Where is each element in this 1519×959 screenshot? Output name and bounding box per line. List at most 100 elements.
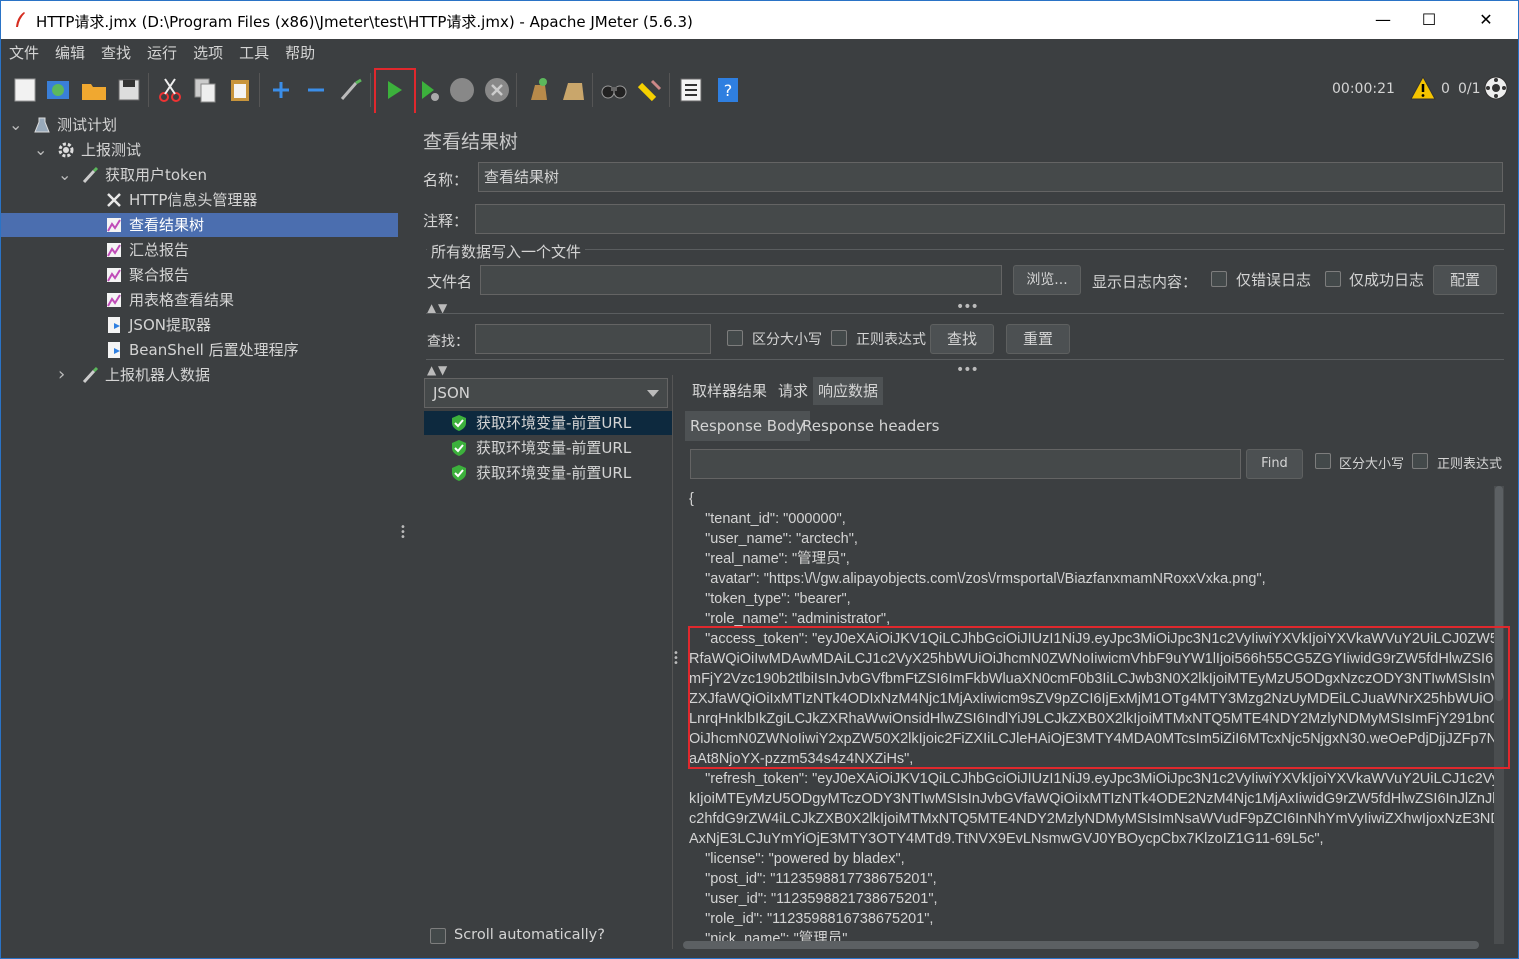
search-button[interactable]: 查找 — [930, 324, 994, 354]
stop-icon[interactable] — [447, 75, 477, 105]
chevron-down-icon — [647, 390, 659, 397]
collapse-arrows[interactable]: ▲ ▼ — [427, 363, 447, 377]
toggle-icon[interactable] — [336, 75, 366, 105]
regex-checkbox[interactable] — [831, 330, 847, 346]
copy-icon[interactable] — [190, 75, 220, 105]
find-case-checkbox[interactable] — [1315, 453, 1331, 469]
result-tab[interactable]: 取样器结果 — [687, 377, 772, 405]
open-icon[interactable] — [79, 75, 109, 105]
new-icon[interactable] — [10, 75, 40, 105]
chevron-right-icon[interactable]: › — [58, 363, 72, 387]
thread-count: 0/1 — [1458, 81, 1481, 97]
menu-tools[interactable]: 工具 — [231, 39, 277, 67]
close-button[interactable]: ✕ — [1463, 1, 1509, 39]
menu-edit[interactable]: 编辑 — [47, 39, 93, 67]
success-only-checkbox[interactable] — [1325, 271, 1341, 287]
search-input[interactable] — [475, 324, 711, 354]
tree-node[interactable]: ⌄ 获取用户token — [1, 163, 398, 187]
menu-file[interactable]: 文件 — [1, 39, 47, 67]
tree-node[interactable]: HTTP信息头管理器 — [1, 188, 398, 212]
separator — [426, 359, 1504, 360]
reset-search-icon[interactable] — [634, 75, 664, 105]
sampler-pipette-icon — [82, 366, 99, 384]
start-no-pause-icon[interactable] — [414, 75, 444, 105]
paste-icon[interactable] — [225, 75, 255, 105]
configure-button[interactable]: 配置 — [1433, 265, 1497, 295]
find-regex-checkbox[interactable] — [1412, 453, 1428, 469]
clear-icon[interactable] — [523, 75, 553, 105]
maximize-button[interactable]: ☐ — [1406, 1, 1452, 39]
tree-node[interactable]: JSON提取器 — [1, 313, 398, 337]
menu-run[interactable]: 运行 — [139, 39, 185, 67]
tree-node-label: 测试计划 — [57, 116, 118, 134]
response-subtab[interactable]: Response headers — [797, 411, 944, 441]
response-body-line: "real_name": "管理员", — [689, 551, 850, 567]
search-icon[interactable] — [599, 75, 629, 105]
case-sensitive-checkbox[interactable] — [727, 330, 743, 346]
response-body-line: "tenant_id": "000000", — [689, 511, 846, 527]
split-divider[interactable]: • • • — [398, 113, 406, 958]
access-token-highlight — [688, 626, 1510, 769]
result-tab[interactable]: 响应数据 — [813, 377, 884, 405]
tree-node[interactable]: BeanShell 后置处理程序 — [1, 338, 398, 362]
clear-all-icon[interactable] — [558, 75, 588, 105]
browse-button[interactable]: 浏览... — [1013, 265, 1081, 295]
save-icon[interactable] — [114, 75, 144, 105]
scroll-auto-checkbox[interactable] — [430, 928, 446, 944]
toolbar-separator — [148, 73, 149, 107]
cut-icon[interactable] — [155, 75, 185, 105]
horizontal-scrollbar[interactable] — [683, 941, 1479, 949]
comment-input[interactable] — [475, 204, 1505, 234]
tree-node[interactable]: › 上报机器人数据 — [1, 363, 398, 387]
scroll-auto-label: Scroll automatically? — [454, 927, 605, 943]
success-only-label: 仅成功日志 — [1349, 271, 1425, 289]
response-subtab[interactable]: Response Body — [685, 411, 810, 441]
status-area: 00:00:21 0 0/1 — [1332, 75, 1508, 105]
test-plan-tree: ⌄ 测试计划 ⌄ 上报测试 ⌄ 获取用户token HTTP信息头管理器 查看结果树汇总报告聚… — [1, 113, 398, 958]
find-button[interactable]: Find — [1246, 449, 1303, 479]
toolbar-separator — [370, 73, 371, 107]
sample-result-item[interactable]: 获取环境变量-前置URL — [424, 411, 672, 435]
expand-icon[interactable] — [266, 75, 296, 105]
search-label: 查找： — [427, 334, 469, 350]
svg-text:?: ? — [724, 81, 733, 100]
tree-node-label: 汇总报告 — [129, 241, 190, 259]
tree-node-label: JSON提取器 — [129, 316, 211, 334]
menu-options[interactable]: 选项 — [185, 39, 231, 67]
chevron-down-icon[interactable]: ⌄ — [58, 163, 72, 187]
chevron-down-icon[interactable]: ⌄ — [9, 113, 23, 137]
find-input[interactable] — [690, 449, 1241, 479]
test-plan-icon — [34, 117, 50, 133]
warning-icon[interactable] — [1410, 75, 1436, 101]
splitter-grip[interactable]: ••• — [956, 299, 979, 315]
tree-node[interactable]: 用表格查看结果 — [1, 288, 398, 312]
tree-node[interactable]: ⌄ 上报测试 — [1, 138, 398, 162]
tree-node[interactable]: 查看结果树 — [1, 213, 398, 237]
reset-button[interactable]: 重置 — [1006, 324, 1070, 354]
tree-node[interactable]: 汇总报告 — [1, 238, 398, 262]
response-body-line: "token_type": "bearer", — [689, 591, 851, 607]
renderer-select[interactable]: JSON — [424, 378, 668, 408]
filename-input[interactable] — [480, 265, 1002, 295]
vertical-splitter-grip[interactable]: • • • — [673, 649, 679, 669]
collapse-icon[interactable] — [301, 75, 331, 105]
splitter-grip[interactable]: ••• — [956, 362, 979, 378]
menu-help[interactable]: 帮助 — [277, 39, 323, 67]
tree-node[interactable]: 聚合报告 — [1, 263, 398, 287]
toolbar: ? 00:00:21 0 0/1 — [1, 67, 1518, 115]
listener-chart-icon — [107, 268, 121, 282]
tree-node[interactable]: ⌄ 测试计划 — [1, 113, 398, 137]
errors-only-checkbox[interactable] — [1211, 271, 1227, 287]
result-tab[interactable]: 请求 — [773, 377, 813, 405]
templates-icon[interactable] — [43, 75, 73, 105]
chevron-down-icon[interactable]: ⌄ — [34, 138, 48, 162]
menu-search[interactable]: 查找 — [93, 39, 139, 67]
shutdown-icon[interactable] — [482, 75, 512, 105]
minimize-button[interactable]: — — [1360, 1, 1406, 39]
function-helper-icon[interactable] — [676, 75, 706, 105]
help-icon[interactable]: ? — [713, 75, 743, 105]
success-shield-icon — [452, 465, 466, 481]
name-input[interactable]: 查看结果树 — [478, 162, 1503, 192]
title-bar[interactable]: HTTP请求.jmx (D:\Program Files (x86)\Jmete… — [1, 1, 1518, 39]
comment-label: 注释： — [423, 212, 469, 230]
